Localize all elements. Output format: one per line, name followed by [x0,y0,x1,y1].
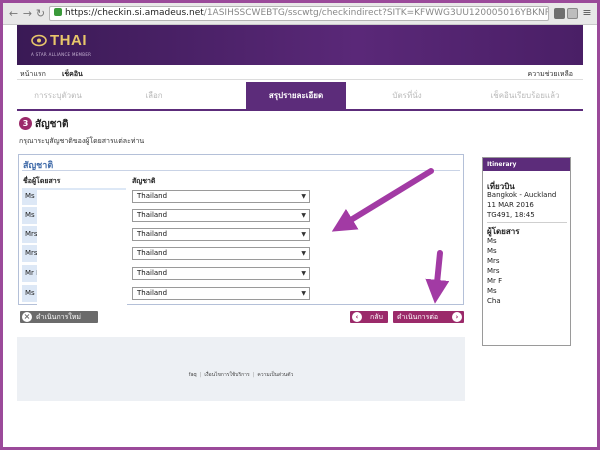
browser-window: ← → ↻ https://checkin.si.amadeus.net/1AS… [3,3,597,447]
annotation-arrow-to-dropdowns [331,168,434,232]
annotation-arrows [331,168,450,304]
annotation-arrow-to-continue [425,250,450,304]
